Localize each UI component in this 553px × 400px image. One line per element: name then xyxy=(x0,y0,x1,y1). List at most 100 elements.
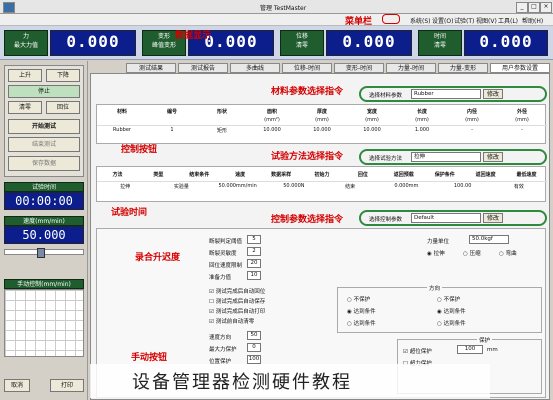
params-modify-button[interactable]: 修改 xyxy=(483,213,503,223)
method-select[interactable]: 拉伸 xyxy=(411,152,481,162)
f3-input[interactable]: 20 xyxy=(247,259,261,268)
up-button[interactable]: 上升 xyxy=(8,69,42,82)
material-cell: 10.000 xyxy=(263,127,281,133)
stop-button[interactable]: 停止 xyxy=(8,85,80,98)
material-modify-button[interactable]: 修改 xyxy=(483,89,503,99)
checkbox-overpos[interactable]: ☑ 超位保护 xyxy=(403,347,432,355)
proto-input[interactable]: 0 xyxy=(247,343,261,352)
tab-multi-curve[interactable]: 多曲线 xyxy=(230,63,280,73)
material-unit-cell: (mm) xyxy=(315,117,329,123)
material-select[interactable]: Rubber xyxy=(411,89,481,99)
max-force-button[interactable]: 力最大力值 xyxy=(4,30,48,56)
f1-input[interactable]: 5 xyxy=(247,235,261,244)
material-header-cell: 编号 xyxy=(166,109,177,115)
table-row[interactable]: 拉伸 实验量 50.000mm/min 50.000N 结束 0.000mm 100.00 有… xyxy=(97,181,547,191)
displacement-clear-button[interactable]: 位移 清零 xyxy=(280,30,324,56)
time-display: 0.000 xyxy=(464,30,548,56)
f2-input[interactable]: 2 xyxy=(247,247,261,256)
material-unit-cell: (mm) xyxy=(465,117,479,123)
checkbox-auto-print[interactable]: ☑ 测试完成后自动打印 xyxy=(209,307,265,315)
status-a2[interactable]: ○ 不保护 xyxy=(437,295,460,303)
status-c2[interactable]: ○ 达到条件 xyxy=(437,319,466,327)
method-header-cell: 数据采样 xyxy=(271,172,292,178)
menu-settings[interactable]: 设置(O) xyxy=(432,16,453,25)
material-cell: - xyxy=(521,127,523,133)
annotation-manual: 手动按钮 xyxy=(131,353,168,363)
down-button[interactable]: 下降 xyxy=(46,69,80,82)
tab-user-settings[interactable]: 用户参数设置 xyxy=(490,63,550,73)
material-cell: - xyxy=(471,127,473,133)
status-b2[interactable]: ◉ 达到条件 xyxy=(437,307,466,315)
material-cell: 10.000 xyxy=(363,127,381,133)
method-table-header: 方法 类型 结束条件 速度 数据采样 初始力 回位 返回预载 保护条件 返回速度 最低速度 xyxy=(97,170,547,180)
table-row[interactable]: Rubber 1 矩形 10.000 10.000 10.000 1.000 - - xyxy=(97,125,547,135)
checkbox-auto-return[interactable]: ☑ 测试完成后自动回位 xyxy=(209,287,265,295)
maximize-button[interactable]: □ xyxy=(528,2,540,13)
clear-button[interactable]: 清零 xyxy=(8,101,42,114)
annotation-material: 材料参数选择指令 xyxy=(271,87,344,97)
menu-tools[interactable]: 工具(L) xyxy=(498,16,518,25)
tab-deformation-time[interactable]: 变形-时间 xyxy=(334,63,384,73)
protection-value[interactable]: 100 xyxy=(457,345,483,354)
checkbox-auto-zero[interactable]: ☑ 测试前自动清零 xyxy=(209,317,254,325)
radio-compression[interactable]: ○ 压缩 xyxy=(463,249,481,257)
tab-force-deformation[interactable]: 力量-变形 xyxy=(438,63,488,73)
force-display: 0.000 xyxy=(50,30,136,56)
speed-slider-thumb[interactable] xyxy=(37,248,45,258)
radio-tension[interactable]: ◉ 拉伸 xyxy=(427,249,445,257)
close-button[interactable]: × xyxy=(540,2,552,13)
menu-help[interactable]: 帮助(H) xyxy=(522,16,543,25)
menu-view[interactable]: 视图(V) xyxy=(476,16,497,25)
params-label: 选择控制参数 xyxy=(369,217,403,223)
start-test-button[interactable]: 开始测试 xyxy=(8,119,80,134)
save-data-button[interactable]: 保存数据 xyxy=(8,156,80,171)
cancel-button[interactable]: 取消 xyxy=(4,379,30,392)
test-time-display: 00:00:00 xyxy=(4,192,84,210)
minimize-button[interactable]: _ xyxy=(516,2,528,13)
end-test-button[interactable]: 结束测试 xyxy=(8,137,80,152)
tab-force-time[interactable]: 力量-时间 xyxy=(386,63,436,73)
annotation-method: 试验方法选择指令 xyxy=(271,152,344,162)
tab-test-result[interactable]: 测试结果 xyxy=(126,63,176,73)
material-header-cell: 厚度 xyxy=(316,109,327,115)
material-cell: 1.000 xyxy=(414,127,430,133)
menu-bar: 系统(S) 设置(O) 试验(T) 视图(V) 工具(L) 帮助(H) xyxy=(0,14,553,26)
return-button[interactable]: 回位 xyxy=(46,101,80,114)
menu-test[interactable]: 试验(T) xyxy=(454,16,474,25)
checkbox-auto-save[interactable]: ☐ 测试完成后自动保存 xyxy=(209,297,265,305)
method-cell: 结束 xyxy=(345,184,356,190)
time-clear-button[interactable]: 时间 清零 xyxy=(418,30,462,56)
menu-system[interactable]: 系统(S) xyxy=(410,16,431,25)
method-modify-button[interactable]: 修改 xyxy=(483,152,503,162)
method-cell: 50.000N xyxy=(283,183,305,189)
tab-displacement-time[interactable]: 位移-时间 xyxy=(282,63,332,73)
status-a[interactable]: ○ 不保护 xyxy=(347,295,370,303)
unit-force-label: 力量单位 xyxy=(427,239,450,245)
method-header-cell: 返回速度 xyxy=(475,172,496,178)
status-c[interactable]: ○ 达到条件 xyxy=(347,319,376,327)
speed-dir-input[interactable]: 50 xyxy=(247,331,261,340)
material-table-units: (mm²) (mm) (mm) (mm) (mm) (mm) xyxy=(97,116,547,124)
pos-input[interactable]: 100 xyxy=(247,355,261,364)
main-panel: 材料参数选择指令 选择材料参数 Rubber 修改 材料 编号 形状 面积 厚度 宽度 长度… xyxy=(90,73,550,400)
method-header-cell: 返回预载 xyxy=(393,172,414,178)
annotation-speed: 录合升迟度 xyxy=(135,253,181,263)
method-table: 方法 类型 结束条件 速度 数据采样 初始力 回位 返回预载 保护条件 返回速度 最低速度 拉伸 实验… xyxy=(96,166,547,202)
annotation-control: 控制按钮 xyxy=(121,145,158,155)
print-button[interactable]: 打印 xyxy=(50,379,84,392)
unit-force-select[interactable]: 50.0kgf xyxy=(469,235,509,244)
method-header-cell: 初始力 xyxy=(314,172,330,178)
tab-test-report[interactable]: 测试报告 xyxy=(178,63,228,73)
manual-control-grid[interactable] xyxy=(4,289,84,357)
menu-highlight xyxy=(382,14,400,24)
params-select[interactable]: Default xyxy=(411,213,481,223)
speed-slider[interactable] xyxy=(4,248,84,258)
material-unit-cell: (mm) xyxy=(365,117,379,123)
method-cell: 实验量 xyxy=(173,184,189,190)
radio-bend[interactable]: ○ 弯曲 xyxy=(499,249,517,257)
material-unit-cell: (mm) xyxy=(515,117,529,123)
f4-input[interactable]: 10 xyxy=(247,271,261,280)
method-header-cell: 类型 xyxy=(153,172,164,178)
status-b[interactable]: ◉ 达到条件 xyxy=(347,307,376,315)
method-header-cell: 速度 xyxy=(235,172,246,178)
